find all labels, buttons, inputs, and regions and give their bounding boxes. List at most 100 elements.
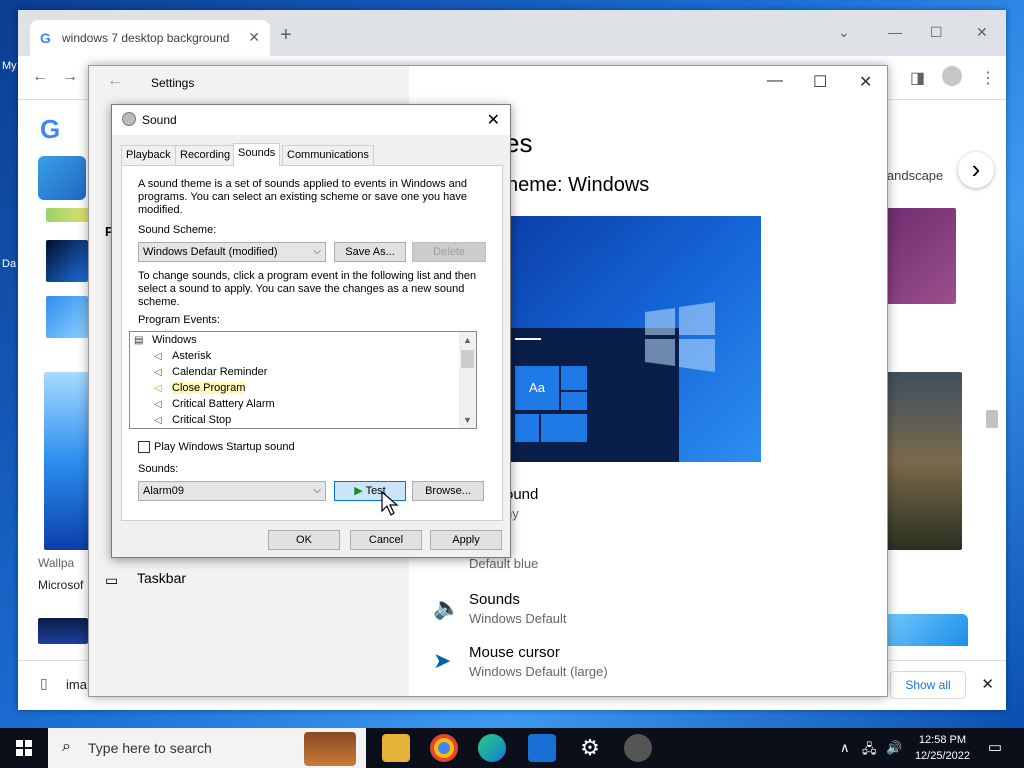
image-thumbnail[interactable] [884, 208, 956, 304]
apply-button[interactable]: Apply [430, 530, 502, 550]
dialog-title: Sound [142, 113, 177, 127]
browser-tab[interactable]: G windows 7 desktop background ✕ [30, 20, 270, 56]
clock[interactable]: 12:58 PM 12/25/2022 [915, 732, 970, 764]
mouse-pointer-icon [381, 491, 399, 516]
preview-tile: Aa [515, 366, 559, 410]
startup-sound-checkbox[interactable] [138, 441, 150, 453]
cancel-button[interactable]: Cancel [350, 530, 422, 550]
tab-search-icon[interactable]: ⌄ [838, 24, 850, 41]
scroll-down-icon[interactable]: ▼ [459, 412, 476, 428]
back-icon[interactable]: ← [32, 68, 48, 86]
close-download-bar-icon[interactable]: ✕ [981, 675, 994, 693]
edge-icon[interactable] [478, 734, 506, 762]
minimize-icon[interactable]: — [767, 72, 783, 90]
chevron-up-icon[interactable]: ∧ [840, 740, 850, 756]
desktop-icon-label[interactable]: Da [2, 258, 16, 270]
tab-recording[interactable]: Recording [175, 145, 236, 165]
file-explorer-icon[interactable] [382, 734, 410, 762]
item-value: Default blue [469, 556, 539, 571]
image-thumbnail[interactable] [46, 240, 88, 282]
close-icon[interactable]: ✕ [487, 110, 500, 130]
list-item[interactable]: ◁ Close Program [154, 380, 246, 396]
profile-avatar-icon[interactable] [942, 66, 962, 86]
chevron-down-icon: ⌵ [313, 485, 321, 496]
close-tab-icon[interactable]: ✕ [248, 29, 260, 46]
tab-communications[interactable]: Communications [282, 145, 374, 165]
sound-titlebar: Sound ✕ [112, 105, 510, 135]
settings-gear-icon[interactable]: ⚙ [576, 734, 604, 762]
search-highlight-image[interactable] [304, 732, 356, 766]
sound-scheme-select[interactable]: Windows Default (modified) ⌵ [138, 242, 326, 262]
scheme-value: Windows Default (modified) [143, 246, 278, 258]
chrome-icon[interactable] [430, 734, 458, 762]
windows-logo-icon [645, 302, 715, 372]
network-icon[interactable]: 🖧 [862, 740, 877, 762]
preview-line [515, 338, 541, 340]
google-favicon-icon: G [40, 30, 51, 46]
sound-file-select[interactable]: Alarm09 ⌵ [138, 481, 326, 501]
side-panel-icon[interactable]: ◨ [910, 68, 925, 88]
search-placeholder: Type here to search [88, 740, 212, 756]
file-icon: ▯ [40, 675, 48, 691]
image-thumbnail[interactable] [44, 372, 90, 550]
sound-app-icon[interactable] [624, 734, 652, 762]
maximize-icon[interactable]: ☐ [930, 24, 943, 41]
item-value: Windows Default (large) [469, 664, 608, 679]
folder-icon: ▤ [134, 335, 144, 346]
page-scrollbar-thumb[interactable] [986, 410, 998, 428]
speaker-icon: ◁ [154, 399, 162, 410]
taskbar-nav-icon: ▭ [105, 572, 119, 588]
speaker-icon: ◁ [154, 351, 162, 362]
new-tab-button[interactable]: + [280, 24, 292, 47]
related-search-chip[interactable]: landscape [884, 168, 960, 188]
delete-button[interactable]: Delete [412, 242, 486, 262]
list-item[interactable]: ◁ Critical Stop [154, 412, 231, 428]
item-label: Sounds [469, 591, 520, 608]
preview-tile [561, 366, 587, 390]
download-filename[interactable]: ima [66, 677, 87, 692]
scrollbar-thumb[interactable] [461, 350, 474, 368]
list-item[interactable]: ◁ Asterisk [154, 348, 211, 364]
notification-icon[interactable]: ▭ [988, 738, 1002, 756]
startup-sound-label: Play Windows Startup sound [154, 441, 295, 453]
item-label: Mouse cursor [469, 644, 560, 661]
close-window-icon[interactable]: ✕ [859, 72, 872, 92]
minimize-icon[interactable]: — [888, 24, 902, 40]
back-icon[interactable]: ← [107, 72, 123, 90]
tab-playback[interactable]: Playback [121, 145, 176, 165]
close-window-icon[interactable]: ✕ [976, 24, 988, 41]
program-events-list[interactable]: ▤ Windows ◁ Asterisk ◁ Calendar Reminder ◁ C… [129, 331, 477, 429]
list-item[interactable]: ◁ Calendar Reminder [154, 364, 267, 380]
image-thumbnail[interactable] [46, 296, 88, 338]
settings-nav-item-taskbar[interactable]: Taskbar [137, 570, 186, 586]
ok-button[interactable]: OK [268, 530, 340, 550]
forward-icon[interactable]: → [62, 68, 78, 86]
maximize-icon[interactable]: ☐ [813, 72, 827, 92]
preview-tile [541, 414, 587, 442]
save-as-button[interactable]: Save As... [334, 242, 406, 262]
list-item[interactable]: ▤ Windows [134, 332, 197, 348]
more-menu-icon[interactable]: ⋮ [980, 68, 996, 88]
image-thumbnail[interactable] [886, 372, 962, 550]
taskbar-search-box[interactable]: ⌕ Type here to search [48, 728, 366, 768]
scroll-up-icon[interactable]: ▲ [459, 332, 476, 348]
theme-heading: heme: Windows [507, 174, 650, 196]
volume-icon[interactable]: 🔊 [886, 740, 902, 756]
intro-text: A sound theme is a set of sounds applied… [138, 178, 467, 216]
sounds-label: Sounds: [138, 463, 179, 475]
events-label: Program Events: [138, 314, 220, 326]
list-item[interactable]: ◁ Critical Battery Alarm [154, 396, 275, 412]
start-button[interactable] [0, 728, 48, 768]
image-thumbnail[interactable] [38, 618, 88, 644]
store-icon[interactable] [528, 734, 556, 762]
taskbar: ⌕ Type here to search ⚙ ∧ 🖧 🔊 12:58 PM 1… [0, 728, 1024, 768]
browse-button[interactable]: Browse... [412, 481, 484, 501]
speaker-icon: 🔈 [433, 595, 461, 620]
tab-sounds[interactable]: Sounds [233, 143, 281, 166]
list-scrollbar[interactable]: ▲ ▼ [459, 332, 476, 428]
image-thumbnail[interactable] [38, 156, 86, 200]
show-all-button[interactable]: Show all [890, 671, 966, 699]
next-arrow-button[interactable]: › [958, 152, 994, 188]
tab-strip: G windows 7 desktop background ✕ + ⌄ — ☐… [18, 10, 1006, 56]
desktop-icon-label[interactable]: My [2, 60, 17, 72]
